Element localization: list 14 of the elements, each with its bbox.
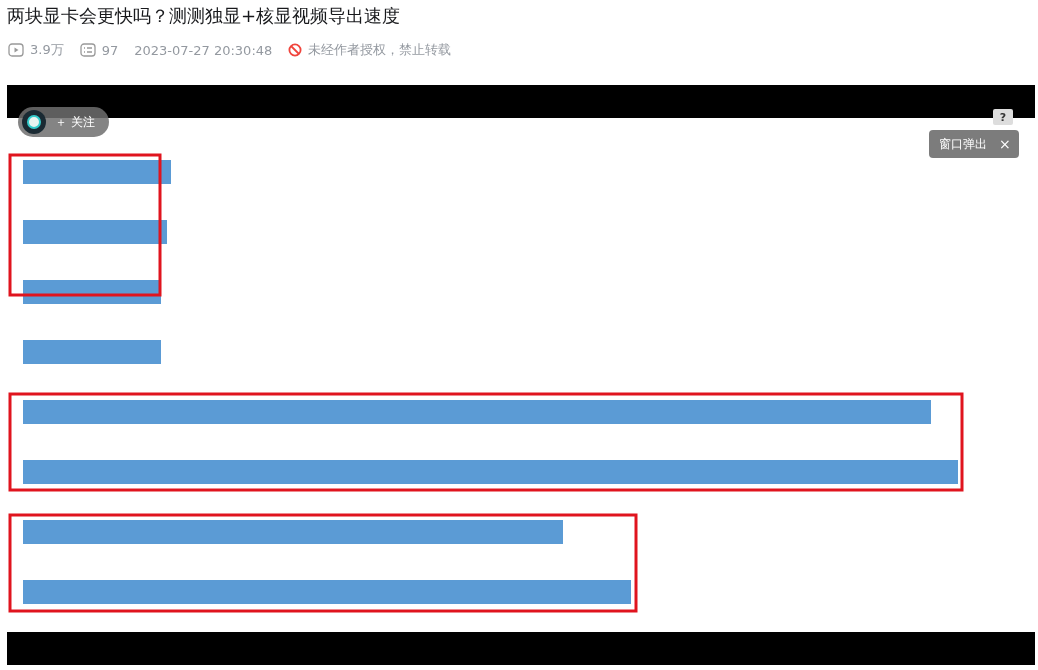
comment-count: 97 [101,42,119,58]
prohibited-icon [288,43,303,57]
play-count-icon [8,43,24,57]
help-button[interactable]: ? [993,109,1013,125]
avatar-icon [21,109,47,135]
publish-time: 2023-07-27 20:30:48 [134,42,273,58]
video-title: 两块显卡会更快吗？测测独显+核显视频导出速度 [6,4,402,28]
view-count: 3.9万 [30,41,64,59]
follow-button[interactable]: ＋ 关注 [18,107,109,137]
follow-label: ＋ 关注 [55,113,95,131]
comment-count-icon [79,43,96,57]
copyright-notice: 未经作者授权，禁止转载 [308,41,452,59]
popup-label: 窗口弹出 [939,135,987,153]
close-button[interactable]: × [997,136,1013,152]
